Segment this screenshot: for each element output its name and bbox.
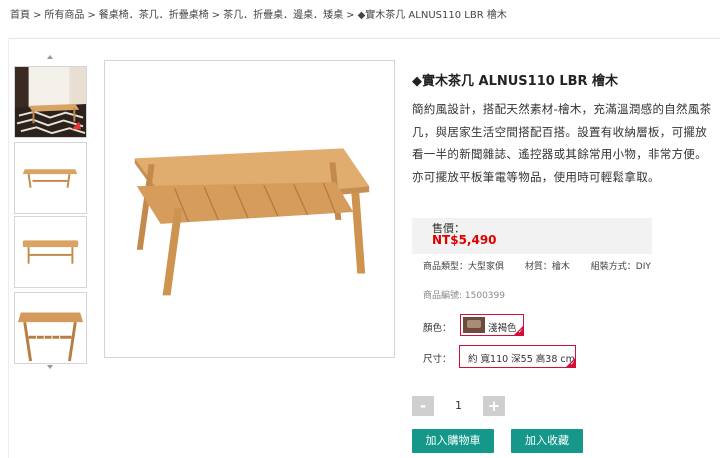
add-to-favorites-button[interactable]: 加入收藏	[511, 429, 583, 453]
breadcrumb-all-products[interactable]: 所有商品	[44, 10, 84, 21]
breadcrumb-separator: >	[87, 10, 96, 21]
thumbnail-table-side-view[interactable]	[14, 292, 87, 364]
color-option-chip[interactable]: 淺褐色 ✓	[460, 314, 524, 336]
price-value: NT$5,490	[432, 233, 497, 247]
breadcrumb-separator: >	[211, 10, 221, 21]
breadcrumb: 首頁 > 所有商品 > 餐桌椅．茶几．折疊桌椅 > 茶几．折疊桌．邊桌．矮桌 > ◆實木茶几 A…	[10, 6, 507, 21]
content-left-border	[8, 38, 9, 458]
quantity-input[interactable]	[434, 396, 483, 416]
spec-material: 材質：檜木	[524, 262, 570, 272]
spec-assembly: 組裝方式：DIY	[590, 262, 651, 272]
check-icon: ✓	[517, 328, 523, 335]
add-to-cart-button[interactable]: 加入購物車	[412, 429, 494, 453]
content-divider	[8, 38, 720, 39]
quantity-plus-button[interactable]: +	[483, 396, 505, 416]
thumbnail-scroll-down-arrow-icon[interactable]	[47, 365, 53, 369]
spec-product-type: 商品類型：大型家俱	[423, 262, 505, 272]
quantity-minus-button[interactable]: -	[412, 396, 434, 416]
check-icon: ✓	[569, 360, 575, 367]
size-option-value: 約 寬110 深55 高38 cm	[468, 354, 575, 365]
breadcrumb-separator: >	[33, 10, 42, 21]
color-option-value: 淺褐色	[488, 323, 517, 334]
thumbnail-table-top-view[interactable]	[14, 216, 87, 288]
size-option-label: 尺寸：	[423, 354, 452, 365]
breadcrumb-current: ◆實木茶几 ALNUS110 LBR 檜木	[357, 10, 507, 21]
breadcrumb-home[interactable]: 首頁	[10, 10, 30, 21]
breadcrumb-separator: >	[346, 10, 355, 21]
color-option-label: 顏色：	[423, 323, 452, 334]
product-title: ◆實木茶几 ALNUS110 LBR 檜木	[412, 74, 619, 89]
product-code: 商品編號: 1500399	[423, 291, 505, 301]
size-option-chip[interactable]: 約 寬110 深55 高38 cm ✓	[459, 345, 576, 368]
thumbnail-scroll-up-arrow-icon[interactable]	[47, 55, 53, 59]
breadcrumb-tables-chairs[interactable]: 餐桌椅．茶几．折疊桌椅	[99, 10, 209, 21]
thumbnail-living-room-scene[interactable]	[14, 66, 87, 138]
price-box: 售價： NT$5,490	[412, 218, 652, 254]
product-description: 簡約風設計，搭配天然素材-檜木，充滿溫潤感的自然風茶几，與居家生活空間搭配百搭。…	[412, 102, 712, 184]
product-specs: 商品類型：大型家俱 材質：檜木 組裝方式：DIY	[423, 259, 669, 272]
breadcrumb-coffee-tables[interactable]: 茶几．折疊桌．邊桌．矮桌	[223, 10, 343, 21]
main-product-image	[104, 60, 395, 358]
thumbnail-table-front-view[interactable]	[14, 142, 87, 214]
color-swatch	[463, 317, 485, 333]
